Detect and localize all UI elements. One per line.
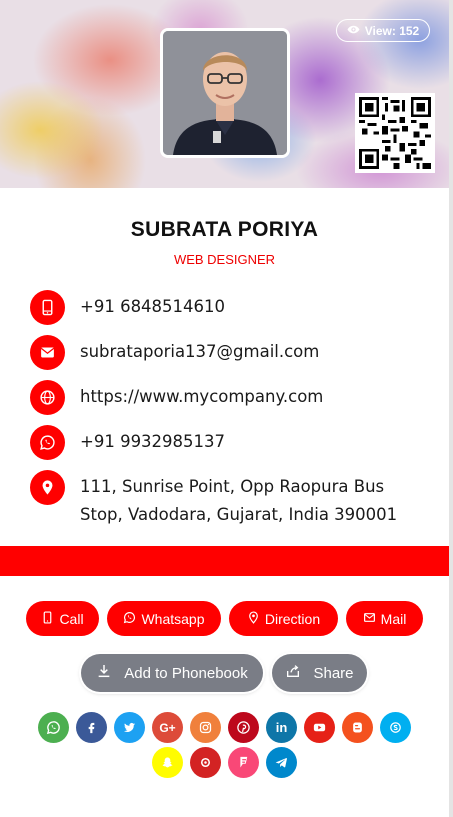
add-to-phonebook-label: Add to Phonebook [124, 664, 248, 682]
facebook-icon[interactable] [76, 712, 107, 743]
share-button-label: Share [313, 664, 354, 682]
telegram-icon[interactable] [266, 747, 297, 778]
mobile-phone-icon [30, 290, 65, 325]
whatsapp-button-label: Whatsapp [141, 610, 205, 627]
share-icon [285, 663, 301, 683]
profile-name: SUBRATA PORIYA [130, 218, 319, 241]
contact-website-row[interactable]: https://www.mycompany.com [30, 380, 323, 415]
yelp-icon[interactable] [190, 747, 221, 778]
download-icon [96, 663, 112, 683]
skype-icon[interactable] [380, 712, 411, 743]
google-plus-icon[interactable]: G+ [152, 712, 183, 743]
share-button[interactable]: Share [272, 654, 367, 692]
mail-button-label: Mail [380, 610, 407, 627]
call-button[interactable]: Call [26, 601, 99, 636]
contact-email-row[interactable]: subrataporia137@gmail.com [30, 335, 319, 370]
envelope-icon [30, 335, 65, 370]
globe-icon [30, 380, 65, 415]
divider-band [0, 546, 449, 576]
eye-icon [347, 23, 360, 39]
whatsapp-social-icon[interactable] [38, 712, 69, 743]
profile-photo [160, 28, 290, 158]
mobile-phone-icon [41, 610, 54, 627]
contact-whatsapp-row[interactable]: +91 9932985137 [30, 425, 225, 460]
direction-button[interactable]: Direction [229, 601, 338, 636]
map-marker-icon [247, 610, 260, 627]
business-card: View: 152 SUBRATA PORIYA WEB DESIGNER +9… [0, 0, 449, 817]
instagram-icon[interactable] [190, 712, 221, 743]
whatsapp-button[interactable]: Whatsapp [107, 601, 221, 636]
whatsapp-icon [30, 425, 65, 460]
call-button-label: Call [59, 610, 84, 627]
add-to-phonebook-button[interactable]: Add to Phonebook [81, 654, 263, 692]
address-line-1: 111, Sunrise Point, Opp Raopura Bus [80, 477, 385, 496]
youtube-icon[interactable] [304, 712, 335, 743]
whatsapp-icon [123, 611, 136, 627]
twitter-icon[interactable] [114, 712, 145, 743]
contact-email-text: subrataporia137@gmail.com [80, 342, 320, 361]
view-counter: View: 152 [336, 19, 430, 42]
contact-address-text: 111, Sunrise Point, Opp Raopura Bus Stop… [80, 470, 397, 529]
pinterest-icon[interactable] [228, 712, 259, 743]
qr-code[interactable] [355, 93, 435, 173]
map-marker-icon [30, 470, 65, 505]
view-count-label: View: 152 [364, 23, 420, 38]
linkedin-icon[interactable]: in [266, 712, 297, 743]
profile-designation: WEB DESIGNER [173, 252, 276, 267]
address-line-2: Stop, Vadodara, Gujarat, India 390001 [80, 505, 398, 524]
foursquare-icon[interactable] [228, 747, 259, 778]
contact-phone-text: +91 6848514610 [80, 297, 226, 316]
snapchat-icon[interactable] [152, 747, 183, 778]
contact-whatsapp-text: +91 9932985137 [80, 432, 226, 451]
scrollbar[interactable] [449, 0, 453, 817]
header-banner: View: 152 [0, 0, 449, 188]
contact-website-text: https://www.mycompany.com [80, 387, 324, 406]
contact-phone-row[interactable]: +91 6848514610 [30, 290, 225, 325]
envelope-icon [363, 611, 376, 627]
blogger-icon[interactable] [342, 712, 373, 743]
contact-address-row[interactable]: 111, Sunrise Point, Opp Raopura Bus Stop… [30, 470, 397, 529]
mail-button[interactable]: Mail [346, 601, 423, 636]
direction-button-label: Direction [264, 610, 321, 627]
